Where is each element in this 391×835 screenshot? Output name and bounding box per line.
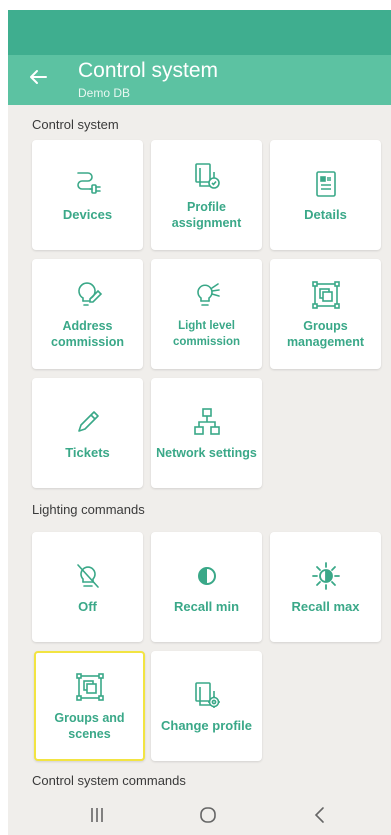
tile-label: Recall min xyxy=(173,598,240,614)
section-title-lighting-commands: Lighting commands xyxy=(32,502,145,517)
network-icon xyxy=(193,407,220,435)
section-title-control-system-commands: Control system commands xyxy=(32,773,186,788)
tile-recall-max[interactable]: Recall max xyxy=(270,532,381,642)
back-chevron-icon[interactable] xyxy=(308,803,332,827)
tile-off[interactable]: Off xyxy=(32,532,143,642)
tile-label: Recall max xyxy=(291,598,360,614)
tile-recall-min[interactable]: Recall min xyxy=(151,532,262,642)
section-title-control-system: Control system xyxy=(32,117,119,132)
tile-details[interactable]: Details xyxy=(270,140,381,250)
sun-icon xyxy=(311,561,340,590)
tile-label: Tickets xyxy=(65,444,110,460)
bulb-off-icon xyxy=(76,563,99,588)
tile-light-level-commission[interactable]: Light level commission xyxy=(151,259,262,369)
groups-icon xyxy=(311,280,340,309)
pencil-icon xyxy=(77,410,99,432)
tile-network-settings[interactable]: Network settings xyxy=(151,378,262,488)
tile-tickets[interactable]: Tickets xyxy=(32,378,143,488)
tile-label: Details xyxy=(304,206,347,222)
app-bar: Control system Demo DB xyxy=(8,55,391,105)
half-circle-icon xyxy=(197,566,216,585)
home-icon[interactable] xyxy=(196,803,220,827)
tile-address-commission[interactable]: Address commission xyxy=(32,259,143,369)
tile-label: Network settings xyxy=(156,445,257,460)
bulb-edit-icon xyxy=(77,281,102,306)
system-nav-bar xyxy=(8,795,391,835)
content-area[interactable]: Control system Devices Profile assignmen… xyxy=(8,105,391,795)
tile-devices[interactable]: Devices xyxy=(32,140,143,250)
tile-label: Groups and scenes xyxy=(54,710,125,741)
tile-label: Off xyxy=(78,598,97,614)
profile-settings-icon xyxy=(194,681,220,708)
tile-label: Light level commission xyxy=(172,319,241,348)
tile-label: Profile assignment xyxy=(171,199,242,230)
plug-icon xyxy=(76,171,101,194)
document-icon xyxy=(315,170,336,197)
recents-icon[interactable] xyxy=(85,803,109,827)
tile-label: Change profile xyxy=(160,717,252,733)
status-bar xyxy=(8,10,391,55)
bulb-light-icon xyxy=(196,282,220,306)
page-subtitle: Demo DB xyxy=(78,86,131,100)
groups-icon xyxy=(75,672,104,701)
tile-profile-assignment[interactable]: Profile assignment xyxy=(151,140,262,250)
profile-stack-icon xyxy=(194,162,220,189)
tile-label: Address commission xyxy=(51,318,124,349)
tile-label: Devices xyxy=(62,206,113,222)
tile-label: Groups management xyxy=(286,318,365,349)
tile-groups-and-scenes[interactable]: Groups and scenes xyxy=(34,651,145,761)
tile-groups-management[interactable]: Groups management xyxy=(270,259,381,369)
tile-change-profile[interactable]: Change profile xyxy=(151,651,262,761)
page-title: Control system xyxy=(78,59,219,82)
arrow-left-icon[interactable] xyxy=(26,65,50,89)
